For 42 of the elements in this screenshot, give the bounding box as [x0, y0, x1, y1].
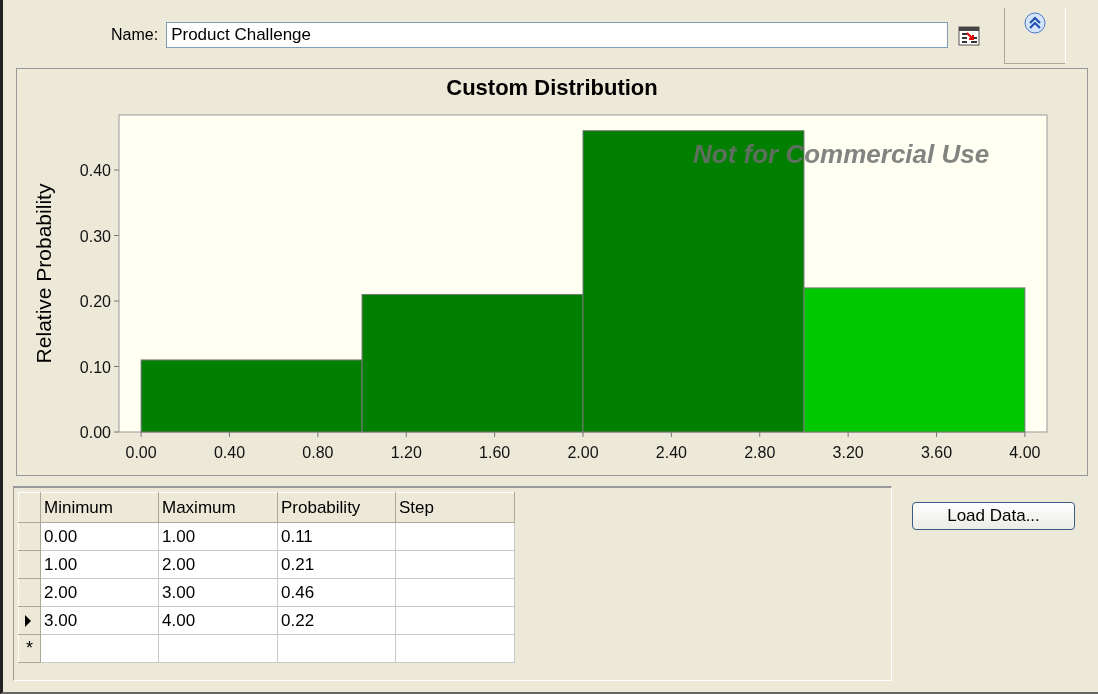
x-tick-label: 3.60	[920, 444, 953, 461]
x-tick-label: 0.00	[125, 444, 157, 461]
x-tick-label: 2.00	[567, 444, 599, 461]
table-cell[interactable]: 3.00	[158, 578, 278, 607]
x-tick-label: 4.00	[1009, 444, 1041, 461]
table-cell[interactable]: 2.00	[158, 550, 278, 579]
x-tick-label: 3.20	[832, 444, 864, 461]
table-cell[interactable]: 2.00	[40, 578, 159, 607]
table-cell[interactable]: 0.46	[277, 578, 396, 607]
table-cell[interactable]: 4.00	[158, 606, 278, 635]
table-cell[interactable]: 1.00	[158, 522, 278, 551]
column-header[interactable]: Maximum	[158, 492, 278, 523]
table-cell[interactable]: 1.00	[40, 550, 159, 579]
y-axis-label: Relative Probability	[32, 183, 55, 364]
table-cell[interactable]: 0.00	[40, 522, 159, 551]
x-tick-label: 1.60	[479, 444, 511, 461]
y-tick-label: 0.00	[79, 424, 111, 441]
current-row-icon	[25, 614, 31, 627]
table-cell[interactable]: 0.21	[277, 550, 396, 579]
x-tick-label: 2.40	[655, 444, 687, 461]
new-row-marker: *	[25, 638, 34, 659]
table-cell[interactable]: 0.11	[277, 522, 396, 551]
collapse-icon[interactable]	[1024, 12, 1047, 34]
y-tick-label: 0.40	[79, 162, 111, 179]
table-cell[interactable]: 0.22	[277, 606, 396, 635]
chart-title: Custom Distribution	[445, 74, 659, 102]
table-cell[interactable]: 3.00	[40, 606, 159, 635]
column-header[interactable]: Minimum	[40, 492, 159, 523]
name-label: Name:	[111, 26, 159, 44]
y-tick-label: 0.20	[79, 293, 111, 310]
column-header[interactable]: Probability	[277, 492, 396, 523]
x-tick-label: 0.80	[302, 444, 334, 461]
x-tick-label: 2.80	[744, 444, 776, 461]
x-tick-label: 0.40	[213, 444, 246, 461]
y-tick-label: 0.10	[79, 358, 111, 376]
x-tick-label: 1.20	[390, 444, 422, 461]
row-header[interactable]	[18, 606, 41, 635]
name-field[interactable]: Product Challenge	[166, 22, 949, 48]
table-icon[interactable]	[958, 26, 981, 46]
load-data-button[interactable]: Load Data...	[912, 502, 1075, 530]
y-tick-label: 0.30	[79, 227, 111, 245]
column-header[interactable]: Step	[395, 492, 515, 523]
